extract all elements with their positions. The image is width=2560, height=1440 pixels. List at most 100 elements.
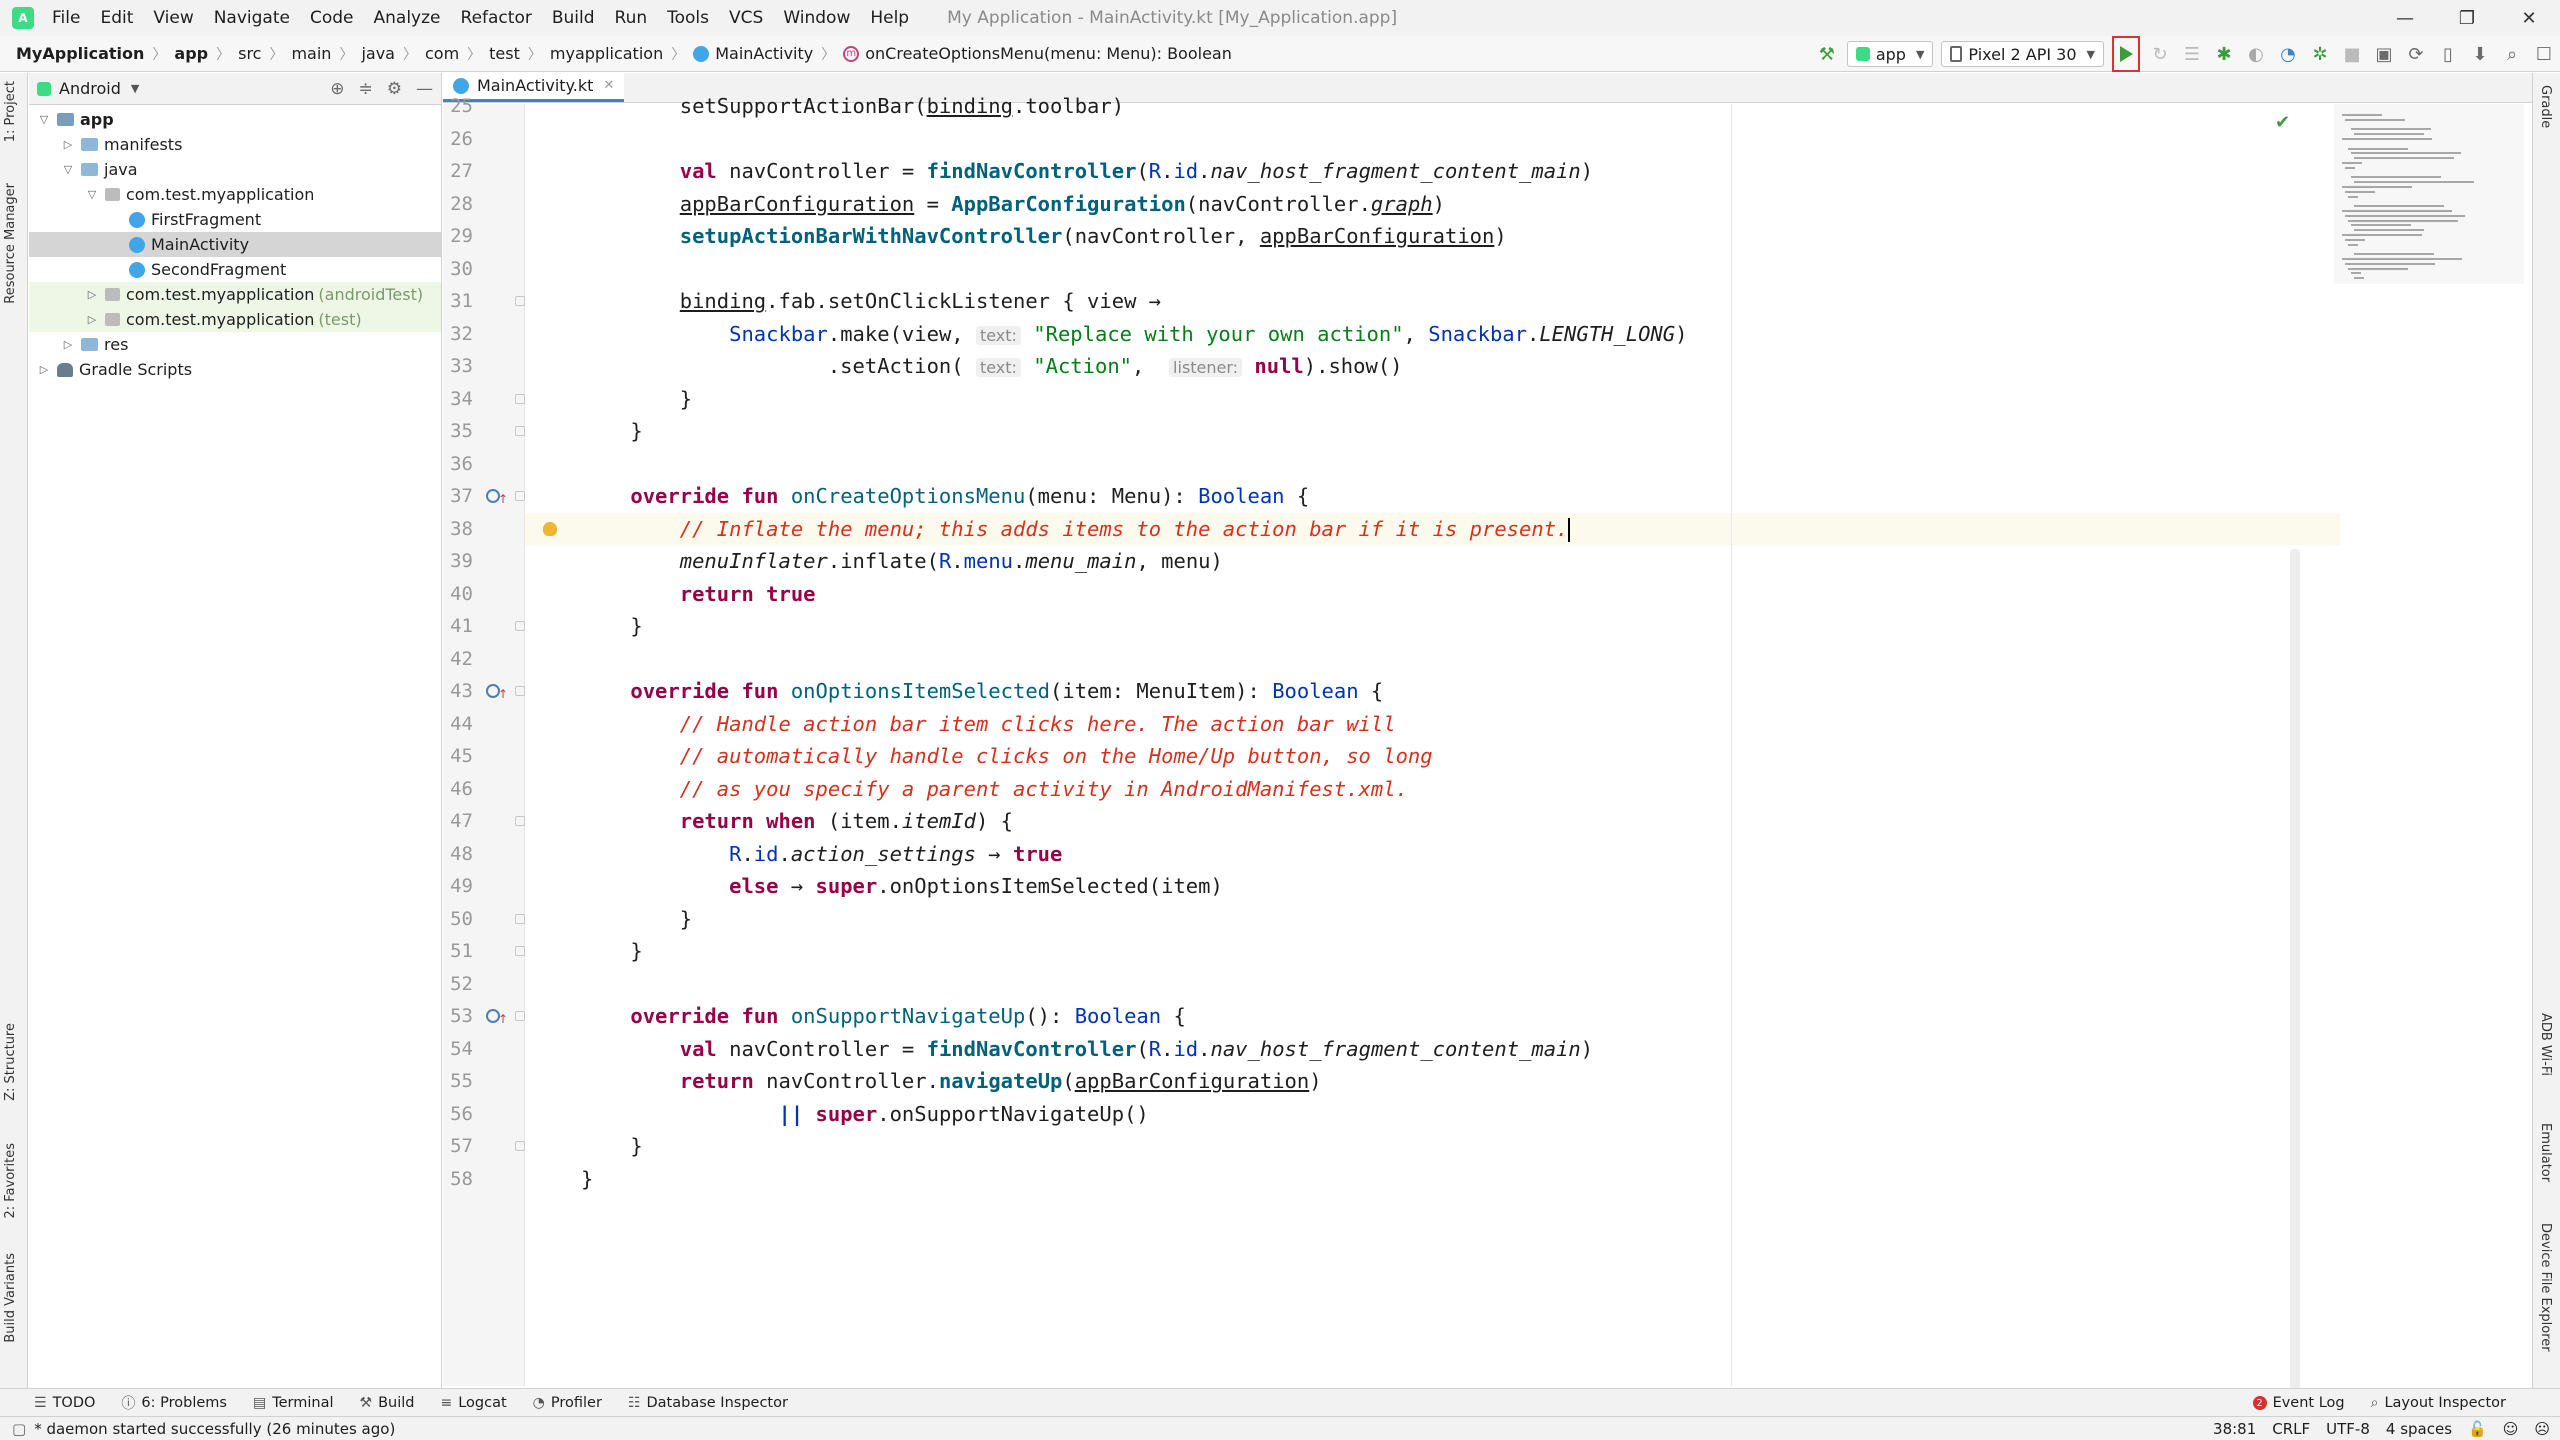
indent-setting[interactable]: 4 spaces: [2386, 1420, 2452, 1438]
tree-item[interactable]: ▽ com.test.myapplication: [29, 182, 441, 207]
chevron-down-icon[interactable]: ▽: [85, 188, 99, 201]
fold-marker-icon[interactable]: [515, 426, 525, 436]
code-line[interactable]: 53 override fun onSupportNavigateUp(): B…: [443, 1000, 2343, 1035]
code-line[interactable]: 45 // automatically handle clicks on the…: [443, 740, 2343, 772]
layout-inspector-button[interactable]: ⌕ Layout Inspector: [2371, 1395, 2506, 1411]
lightbulb-icon[interactable]: [543, 521, 557, 536]
menu-code[interactable]: Code: [300, 0, 364, 36]
code-minimap[interactable]: [2334, 104, 2524, 284]
code-line[interactable]: 35 }: [443, 415, 2343, 447]
tab-emulator[interactable]: Emulator: [2538, 1123, 2553, 1182]
menu-view[interactable]: View: [143, 0, 203, 36]
debug-icon[interactable]: ✱: [2208, 38, 2240, 70]
rerun-icon[interactable]: ↻: [2144, 38, 2176, 70]
code-line[interactable]: 47 return when (item.itemId) {: [443, 805, 2343, 837]
code-line[interactable]: 40 return true: [443, 578, 2343, 610]
editor-scrollbar[interactable]: [2290, 549, 2300, 1440]
menu-navigate[interactable]: Navigate: [204, 0, 300, 36]
project-view-select[interactable]: Android: [59, 79, 121, 98]
chevron-right-icon[interactable]: ▷: [85, 313, 99, 326]
fold-marker-icon[interactable]: [515, 1011, 525, 1021]
account-icon[interactable]: ☐: [2528, 38, 2560, 70]
breadcrumb-item[interactable]: MyApplication: [12, 44, 148, 63]
breadcrumb-item[interactable]: MainActivity: [689, 44, 817, 63]
code-line[interactable]: 29 setupActionBarWithNavController(navCo…: [443, 220, 2343, 252]
tab-structure[interactable]: Z: Structure: [3, 1023, 18, 1101]
fold-marker-icon[interactable]: [515, 621, 525, 631]
tool-database-inspector[interactable]: ☷ Database Inspector: [628, 1395, 788, 1411]
override-method-icon[interactable]: [486, 678, 508, 710]
status-message[interactable]: * daemon started successfully (26 minute…: [34, 1420, 395, 1438]
chevron-right-icon[interactable]: ▷: [37, 363, 51, 376]
tree-item[interactable]: ▷ res: [29, 332, 441, 357]
code-line[interactable]: 58}: [443, 1163, 2343, 1195]
avd-manager-icon[interactable]: ▯: [2432, 38, 2464, 70]
status-toggle-icon[interactable]: ▢: [12, 1420, 26, 1438]
lock-icon[interactable]: 🔓: [2468, 1420, 2487, 1438]
tab-favorites[interactable]: 2: Favorites: [3, 1143, 18, 1219]
fold-marker-icon[interactable]: [515, 296, 525, 306]
apply-changes-icon[interactable]: ☰: [2176, 38, 2208, 70]
fold-marker-icon[interactable]: [515, 1141, 525, 1151]
code-line[interactable]: 38 // Inflate the menu; this adds items …: [443, 513, 2343, 545]
code-line[interactable]: 48 R.id.action_settings → true: [443, 838, 2343, 870]
code-line[interactable]: 51 }: [443, 935, 2343, 967]
code-line[interactable]: 34 }: [443, 383, 2343, 415]
restore-icon[interactable]: ❐: [2436, 0, 2498, 36]
code-line[interactable]: 33 .setAction( text: "Action", listener:…: [443, 350, 2343, 382]
code-line[interactable]: 57 }: [443, 1130, 2343, 1162]
chevron-right-icon[interactable]: ▷: [85, 288, 99, 301]
tool-6-problems[interactable]: ⓘ 6: Problems: [121, 1393, 227, 1413]
caret-position[interactable]: 38:81: [2213, 1420, 2256, 1438]
hammer-icon[interactable]: ⚒: [1811, 38, 1843, 70]
tree-item[interactable]: ▷ Gradle Scripts: [29, 357, 441, 382]
menu-file[interactable]: File: [42, 0, 90, 36]
code-line[interactable]: 26: [443, 123, 2343, 155]
code-line[interactable]: 46 // as you specify a parent activity i…: [443, 773, 2343, 805]
override-method-icon[interactable]: [486, 1003, 508, 1035]
code-line[interactable]: 30: [443, 253, 2343, 285]
tool-todo[interactable]: ☰ TODO: [34, 1395, 95, 1411]
coverage-icon[interactable]: ◐: [2240, 38, 2272, 70]
code-line[interactable]: 44 // Handle action bar item clicks here…: [443, 708, 2343, 740]
menu-run[interactable]: Run: [605, 0, 658, 36]
breadcrumb-item[interactable]: myapplication: [546, 44, 667, 63]
breadcrumb-item[interactable]: app: [170, 44, 212, 63]
tool-terminal[interactable]: ▤ Terminal: [253, 1395, 334, 1411]
code-line[interactable]: 50 }: [443, 903, 2343, 935]
search-icon[interactable]: ⌕: [2496, 38, 2528, 70]
code-line[interactable]: 27 val navController = findNavController…: [443, 155, 2343, 187]
profile-icon[interactable]: ◔: [2272, 38, 2304, 70]
tab-resource-manager[interactable]: Resource Manager: [3, 183, 18, 304]
chevron-down-icon[interactable]: ▽: [37, 113, 51, 126]
code-area[interactable]: 25 setSupportActionBar(binding.toolbar) 2…: [443, 94, 2532, 1440]
device-select[interactable]: Pixel 2 API 30 ▼: [1941, 41, 2104, 67]
fold-marker-icon[interactable]: [515, 913, 525, 924]
code-line[interactable]: 42: [443, 643, 2343, 675]
tool-logcat[interactable]: ≡ Logcat: [440, 1395, 506, 1411]
code-line[interactable]: 36: [443, 448, 2343, 480]
sdk-manager-icon[interactable]: ⬇: [2464, 38, 2496, 70]
tool-profiler[interactable]: ◔ Profiler: [533, 1395, 602, 1411]
feedback-icon[interactable]: ☺: [2503, 1420, 2519, 1438]
line-separator[interactable]: CRLF: [2272, 1420, 2310, 1438]
breadcrumb-item[interactable]: m onCreateOptionsMenu(menu: Menu): Boolea…: [839, 44, 1236, 63]
chevron-right-icon[interactable]: ▷: [61, 338, 75, 351]
tree-item[interactable]: ▽ java: [29, 157, 441, 182]
tree-item[interactable]: SecondFragment: [29, 257, 441, 282]
tool-build[interactable]: ⚒ Build: [360, 1395, 415, 1411]
notifications-icon[interactable]: ☹: [2534, 1420, 2550, 1438]
attach-debugger-icon[interactable]: ✲: [2304, 38, 2336, 70]
tree-item[interactable]: MainActivity: [29, 232, 441, 257]
code-line[interactable]: 41 }: [443, 610, 2343, 642]
close-window-icon[interactable]: ✕: [2498, 0, 2560, 36]
gear-icon[interactable]: ⚙: [387, 79, 402, 99]
project-structure-icon[interactable]: ▣: [2368, 38, 2400, 70]
menu-vcs[interactable]: VCS: [719, 0, 773, 36]
code-line[interactable]: 52: [443, 968, 2343, 1000]
tab-gradle[interactable]: Gradle: [2538, 85, 2553, 128]
code-line[interactable]: 31 binding.fab.setOnClickListener { view…: [443, 285, 2343, 317]
fold-marker-icon[interactable]: [515, 946, 525, 956]
fold-marker-icon[interactable]: [515, 816, 525, 826]
tab-project[interactable]: 1: Project: [3, 81, 18, 142]
